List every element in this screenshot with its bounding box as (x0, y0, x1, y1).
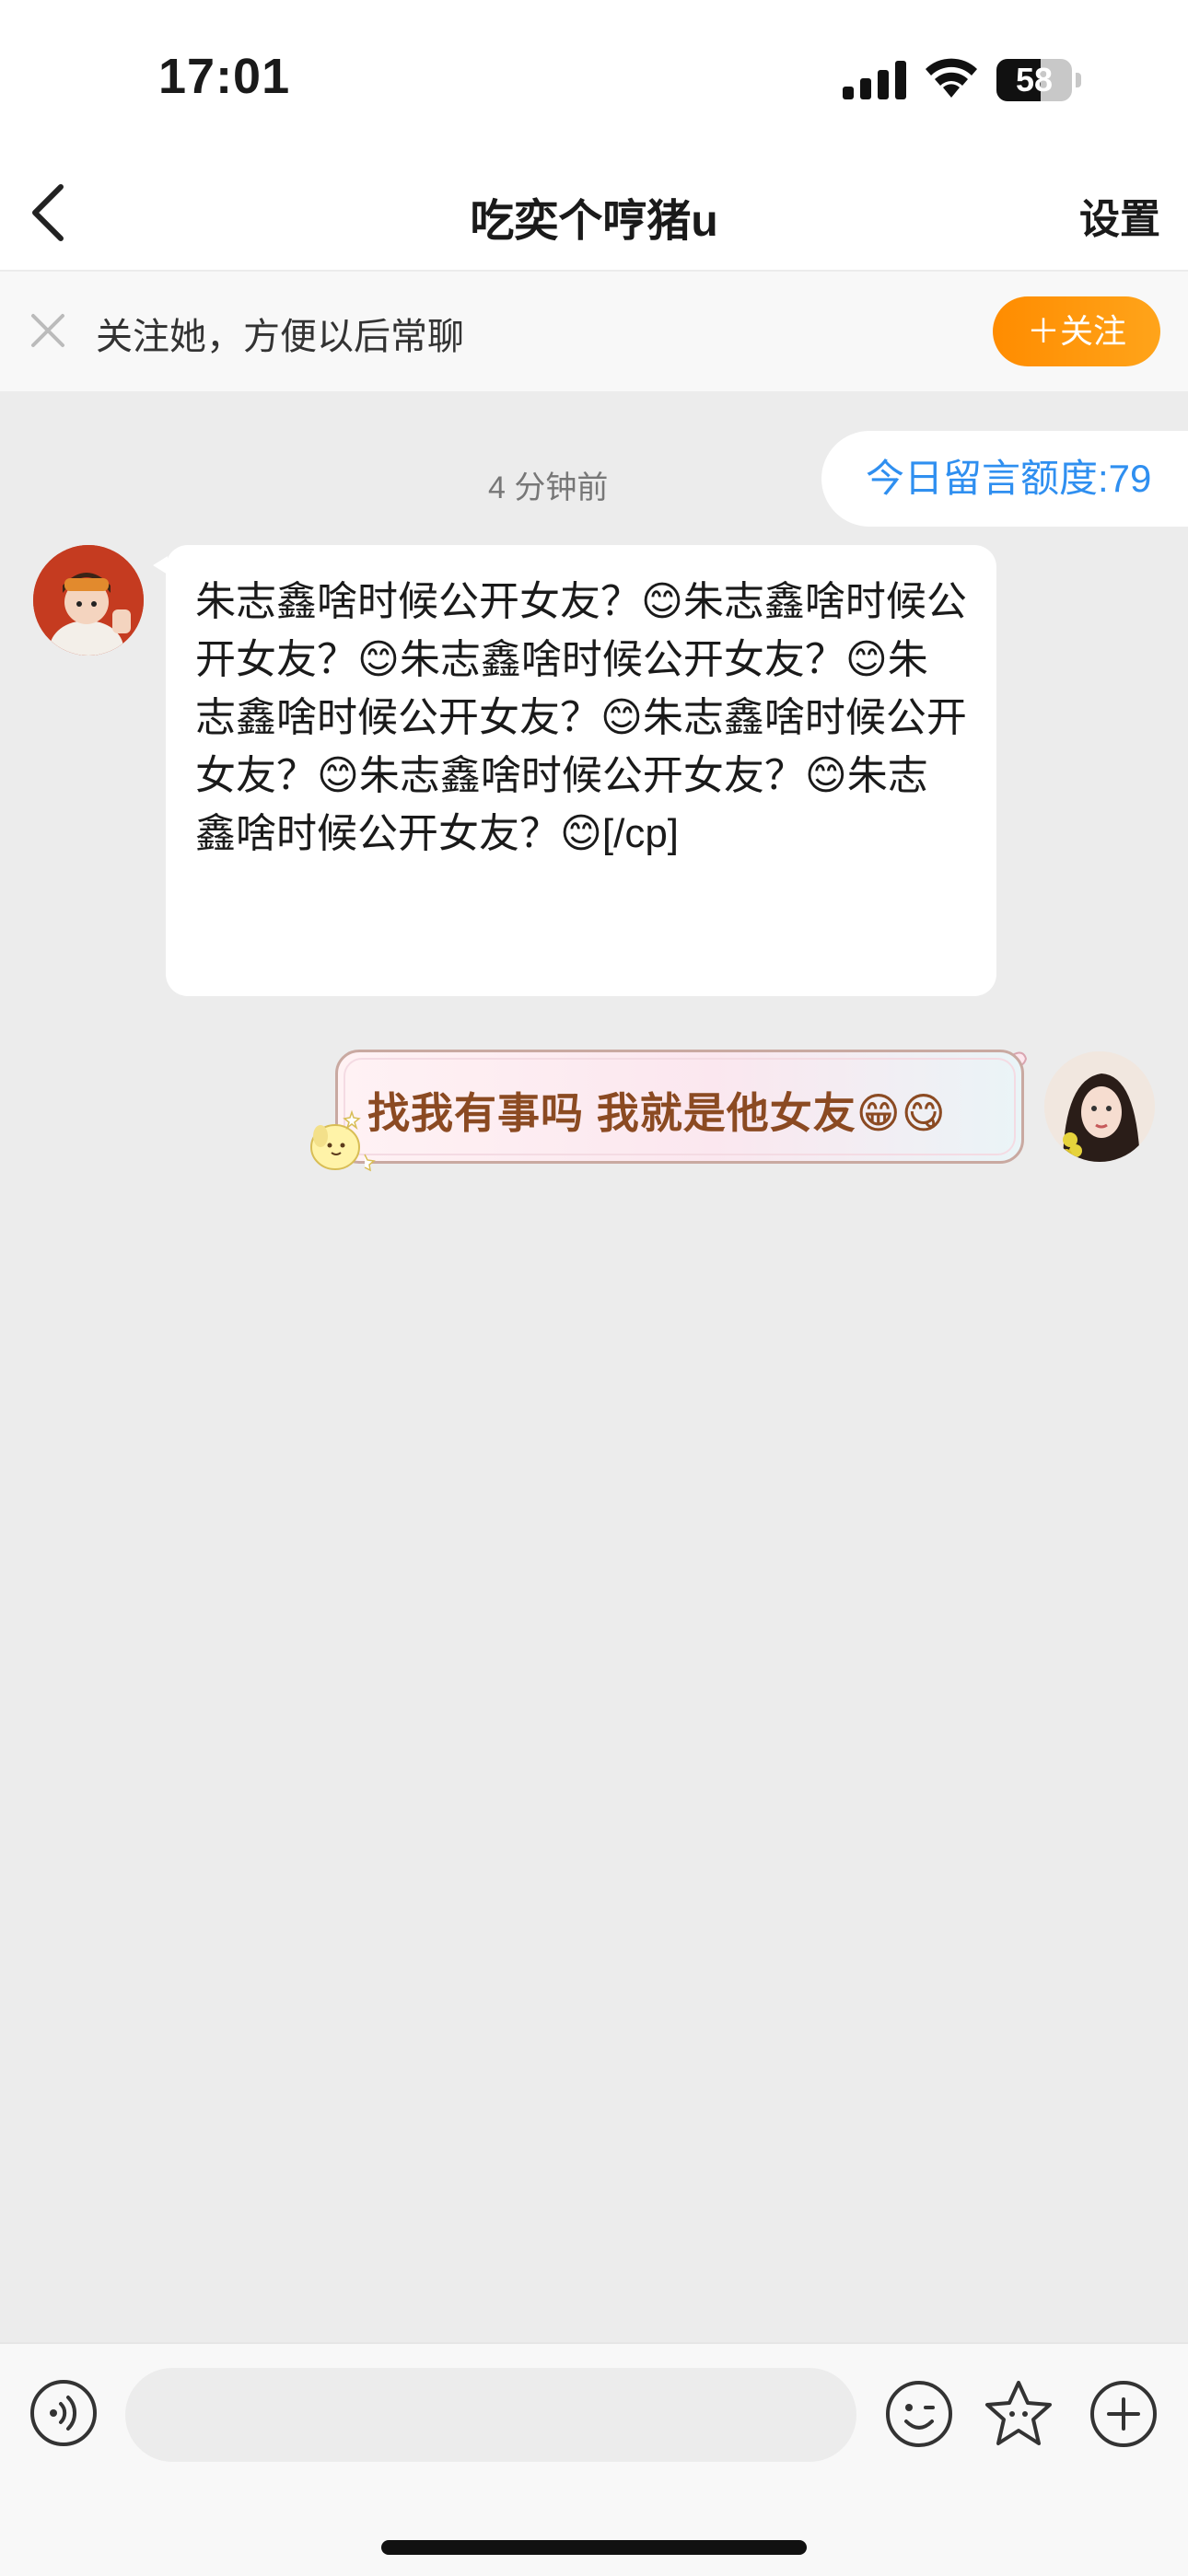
avatar-image (33, 545, 144, 656)
follow-button[interactable]: ＋关注 (993, 296, 1160, 366)
message-text: 找我有事吗 我就是他女友😁😋 (367, 1089, 947, 1137)
status-bar: 17:01 58 (0, 0, 1188, 157)
sticker-icon[interactable] (982, 2377, 1055, 2451)
battery-icon: 58 (996, 59, 1081, 101)
close-icon[interactable] (26, 308, 70, 353)
message-input[interactable] (125, 2368, 856, 2462)
status-time: 17:01 (158, 49, 291, 104)
input-bar (0, 2342, 1188, 2576)
avatar[interactable] (1044, 1051, 1155, 1162)
avatar[interactable] (33, 545, 144, 656)
plus-icon[interactable] (1089, 2379, 1159, 2449)
follow-prompt: 关注她，方便以后常聊 (96, 317, 464, 357)
message-text: 朱志鑫啥时候公开女友？😊朱志鑫啥时候公开女友？😊朱志鑫啥时候公开女友？😊朱志鑫啥… (195, 579, 967, 856)
emoji-icon[interactable] (884, 2379, 954, 2449)
nav-bar: 吃奕个哼猪u 设置 (0, 157, 1188, 272)
message-timestamp: 4 分钟前 (488, 470, 609, 505)
signal-icon (843, 61, 906, 99)
settings-button[interactable]: 设置 (1079, 186, 1160, 245)
mascot-sticker-icon (310, 1109, 376, 1172)
message-bubble-sent[interactable]: 找我有事吗 我就是他女友😁😋 (335, 1050, 1024, 1164)
message-bubble-received[interactable]: 朱志鑫啥时候公开女友？😊朱志鑫啥时候公开女友？😊朱志鑫啥时候公开女友？😊朱志鑫啥… (153, 545, 996, 996)
avatar-image (1044, 1051, 1155, 1162)
follow-banner: 关注她，方便以后常聊 ＋关注 (0, 272, 1188, 391)
message-quota-badge[interactable]: 今日留言额度:79 (821, 431, 1188, 527)
wifi-icon (926, 58, 977, 98)
chat-title: 吃奕个哼猪u (470, 197, 718, 246)
battery-level: 58 (1015, 61, 1054, 99)
voice-icon[interactable] (29, 2379, 98, 2447)
home-indicator (381, 2540, 807, 2555)
